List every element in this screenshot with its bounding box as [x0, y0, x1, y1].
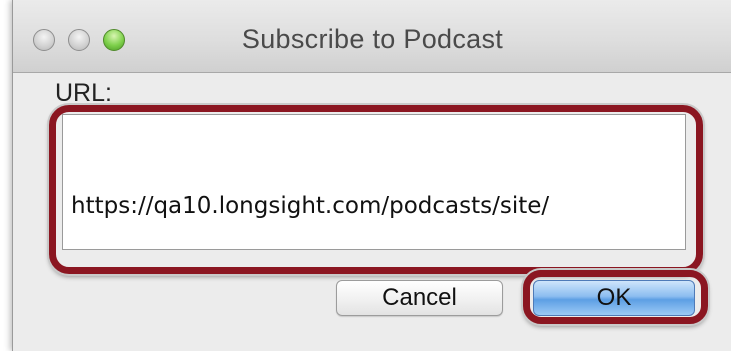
title-bar[interactable]: Subscribe to Podcast — [13, 0, 731, 73]
ok-button[interactable]: OK — [533, 280, 695, 316]
url-text-line-1: https://qa10.longsight.com/podcasts/site… — [71, 193, 550, 219]
cancel-button[interactable]: Cancel — [336, 280, 503, 316]
url-text-field[interactable]: https://qa10.longsight.com/podcasts/site… — [62, 114, 686, 250]
window-title: Subscribe to Podcast — [241, 24, 504, 54]
subscribe-dialog: Subscribe to Podcast URL: https://qa10.l… — [12, 0, 731, 351]
url-label: URL: — [55, 79, 112, 107]
